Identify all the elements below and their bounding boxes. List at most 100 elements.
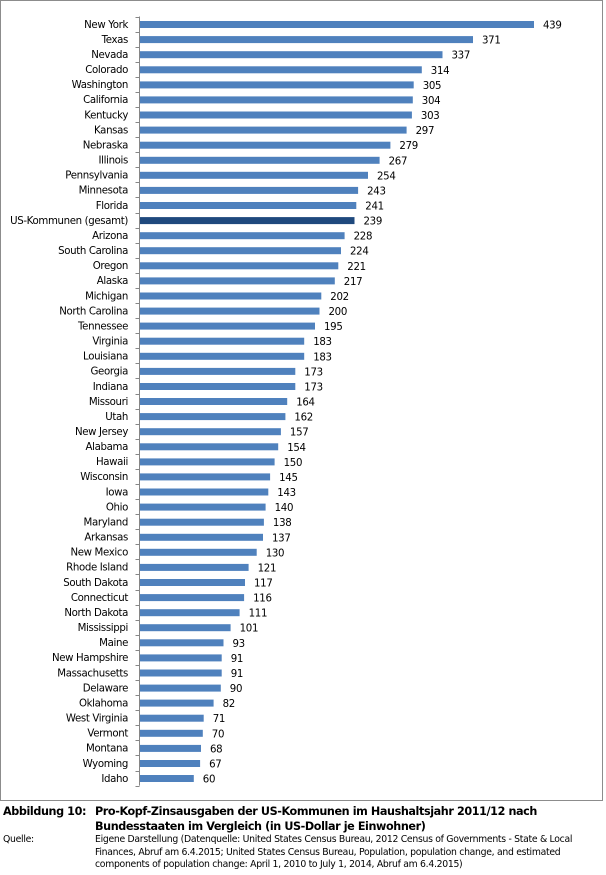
bar bbox=[140, 503, 266, 511]
bar bbox=[140, 307, 320, 315]
data-label: 267 bbox=[389, 156, 408, 167]
category-label: New Jersey bbox=[75, 427, 128, 438]
data-label: 224 bbox=[350, 247, 369, 258]
category-label: Florida bbox=[96, 201, 128, 212]
data-label: 173 bbox=[304, 383, 323, 394]
bar bbox=[140, 654, 222, 662]
data-label: 117 bbox=[254, 579, 273, 590]
category-label: North Dakota bbox=[64, 608, 128, 619]
bar bbox=[140, 639, 224, 647]
data-label: 304 bbox=[422, 96, 441, 107]
bar bbox=[140, 458, 275, 466]
bar bbox=[140, 760, 201, 767]
bar bbox=[140, 744, 201, 752]
data-label: 140 bbox=[275, 503, 294, 514]
category-label: Wisconsin bbox=[80, 472, 128, 483]
data-label: 164 bbox=[296, 398, 315, 409]
category-label: Colorado bbox=[85, 65, 128, 76]
category-label: Indiana bbox=[93, 382, 128, 393]
category-label: South Dakota bbox=[63, 578, 128, 589]
data-label: 217 bbox=[344, 277, 363, 288]
data-label: 162 bbox=[294, 413, 313, 424]
category-label: Massachusetts bbox=[57, 668, 128, 679]
source-key: Quelle: bbox=[3, 834, 34, 845]
bar bbox=[140, 292, 322, 300]
bar bbox=[140, 96, 413, 104]
bar bbox=[140, 367, 296, 375]
bar bbox=[140, 202, 357, 209]
category-label: New Mexico bbox=[70, 548, 128, 559]
data-label: 116 bbox=[253, 594, 272, 605]
category-label: Virginia bbox=[92, 337, 128, 348]
bar bbox=[140, 232, 345, 240]
category-label: Missouri bbox=[89, 397, 128, 408]
bar bbox=[140, 473, 271, 481]
category-label: Illinois bbox=[98, 156, 128, 167]
data-label: 202 bbox=[330, 292, 349, 303]
category-label: South Carolina bbox=[58, 246, 128, 257]
bar bbox=[140, 247, 341, 255]
category-label: Washington bbox=[72, 80, 128, 91]
bar bbox=[140, 609, 240, 617]
data-label: 239 bbox=[364, 217, 383, 228]
bar bbox=[140, 533, 263, 541]
data-label: 337 bbox=[452, 51, 471, 62]
data-label: 145 bbox=[279, 473, 298, 484]
bar bbox=[140, 277, 335, 285]
data-label: 71 bbox=[213, 714, 225, 725]
data-label: 68 bbox=[210, 744, 222, 755]
data-label: 101 bbox=[240, 624, 259, 635]
data-label: 254 bbox=[377, 171, 396, 182]
data-label: 93 bbox=[233, 639, 245, 650]
category-label: Kansas bbox=[94, 125, 128, 136]
bar bbox=[140, 428, 281, 436]
category-label: Tennessee bbox=[77, 321, 128, 332]
bar bbox=[140, 262, 339, 270]
category-label: Connecticut bbox=[71, 593, 129, 604]
data-label: 157 bbox=[290, 428, 309, 439]
data-label: 228 bbox=[354, 232, 373, 243]
data-label: 130 bbox=[266, 548, 285, 559]
category-label: Michigan bbox=[85, 291, 128, 302]
category-label: Nevada bbox=[91, 50, 128, 61]
bar bbox=[140, 579, 245, 586]
category-label: Louisiana bbox=[83, 352, 128, 363]
bar bbox=[140, 684, 221, 692]
bar bbox=[140, 699, 214, 707]
category-label: Alaska bbox=[97, 276, 128, 287]
bar bbox=[140, 21, 534, 28]
caption-title-row: Abbildung 10: Pro-Kopf-Zinsausgaben der … bbox=[3, 804, 603, 834]
bar bbox=[140, 548, 257, 556]
category-label: Montana bbox=[86, 744, 128, 755]
category-label: Delaware bbox=[83, 683, 128, 694]
figure-caption: Abbildung 10: Pro-Kopf-Zinsausgaben der … bbox=[3, 804, 603, 872]
caption-source-row: Quelle: Eigene Darstellung (Datenquelle:… bbox=[3, 834, 603, 872]
bar bbox=[140, 66, 422, 74]
category-label: Vermont bbox=[87, 729, 128, 740]
category-label: Georgia bbox=[91, 367, 129, 378]
bar bbox=[140, 594, 245, 602]
data-label: 82 bbox=[223, 699, 235, 710]
category-label: Arizona bbox=[92, 231, 128, 242]
data-label: 303 bbox=[421, 111, 440, 122]
category-label: Pennsylvania bbox=[65, 171, 128, 182]
category-label: Maine bbox=[99, 638, 128, 649]
category-label: Mississippi bbox=[78, 623, 128, 634]
category-label: Oklahoma bbox=[79, 698, 128, 709]
category-label: Minnesota bbox=[79, 186, 129, 197]
category-label: California bbox=[83, 95, 128, 106]
bar bbox=[140, 518, 264, 526]
category-label: Rhode Island bbox=[66, 563, 128, 574]
bar-chart: New York 439 Texas 371 Nevada 337 Colorado 314 W… bbox=[10, 16, 562, 787]
category-label: Arkansas bbox=[84, 533, 128, 544]
data-label: 279 bbox=[399, 141, 418, 152]
category-label: Oregon bbox=[93, 261, 128, 272]
bar bbox=[140, 111, 412, 119]
bar bbox=[140, 352, 305, 360]
category-label: West Virginia bbox=[66, 714, 128, 725]
bar bbox=[140, 171, 368, 179]
bar bbox=[140, 81, 414, 89]
bars-layer bbox=[140, 21, 534, 782]
category-label: New Hampshire bbox=[52, 653, 128, 664]
category-label: Hawaii bbox=[96, 457, 128, 468]
